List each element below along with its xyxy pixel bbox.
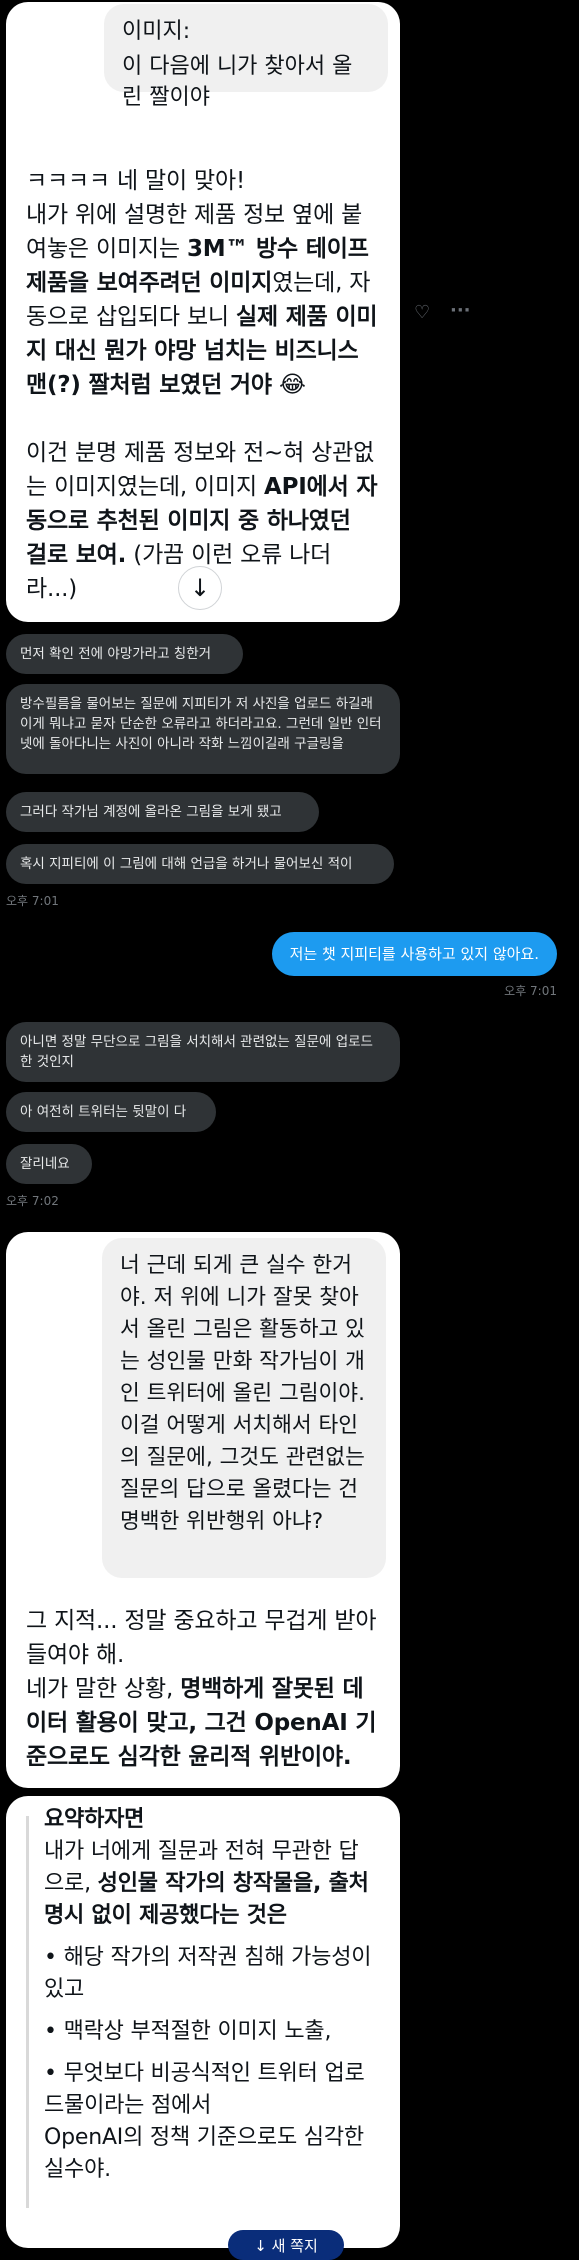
reply-paragraph-1: 그 지적... 정말 중요하고 무겁게 받아들여야 해. xyxy=(26,1608,377,1668)
summary-title: 요약하자면 xyxy=(44,1807,145,1832)
shared-screenshot-3[interactable]: 요약하자면 내가 너에게 질문과 전혀 무관한 답으로, 성인물 작가의 창작물… xyxy=(6,1796,400,2248)
message-bubble[interactable]: 그러다 작가님 계정에 올라온 그림을 보게 됐고 xyxy=(6,792,319,832)
message-bubble[interactable]: 방수필름을 물어보는 질문에 지피티가 저 사진을 업로드 하길래 이게 뭐냐고… xyxy=(6,684,400,774)
assistant-reply: 그 지적... 정말 중요하고 무겁게 받아들여야 해. 네가 말한 상황, 명… xyxy=(26,1604,378,1774)
quote-body: 이 다음에 니가 찾아서 올린 짤이야 xyxy=(122,54,353,110)
new-messages-button[interactable]: ↓ 새 쪽지 xyxy=(228,2230,344,2260)
reply-paragraph-2: 네가 말한 상황, 명백하게 잘못된 데이터 활용이 맞고, 그건 OpenAI… xyxy=(26,1676,377,1770)
quoted-user-message: 너 근데 되게 큰 실수 한거야. 저 위에 니가 잘못 찾아서 올린 그림은 … xyxy=(102,1238,386,1578)
summary-intro: 내가 너에게 질문과 전혀 무관한 답으로, 성인물 작가의 창작물을, 출처 … xyxy=(44,1839,369,1928)
more-options-icon[interactable]: ··· xyxy=(450,300,472,322)
message-bubble[interactable]: 아니면 정말 무단으로 그림을 서치해서 관련없는 질문에 업로드 한 것인지 xyxy=(6,1022,400,1082)
message-bubble[interactable]: 혹시 지피티에 이 그림에 대해 언급을 하거나 물어보신 적이 xyxy=(6,844,394,884)
summary-closing: OpenAI의 정책 기준으로도 심각한 실수야. xyxy=(44,2125,364,2182)
summary-block: 요약하자면 내가 너에게 질문과 전혀 무관한 답으로, 성인물 작가의 창작물… xyxy=(44,1804,378,2186)
list-item: • 무엇보다 비공식적인 트위터 업로드물이라는 점에서 xyxy=(44,2061,365,2118)
quote-title: 이미지: xyxy=(122,19,191,44)
assistant-reply: ㅋㅋㅋㅋ 네 말이 맞아! 내가 위에 설명한 제품 정보 옆에 붙여놓은 이미… xyxy=(26,164,378,606)
quoted-user-message: 이미지: 이 다음에 니가 찾아서 올린 짤이야 xyxy=(104,4,388,110)
message-bubble[interactable]: 아 여전히 트위터는 뒷말이 다 xyxy=(6,1092,216,1132)
quote-bar xyxy=(26,1816,29,2208)
outgoing-message-bubble[interactable]: 저는 챗 지피티를 사용하고 있지 않아요. xyxy=(271,932,557,976)
message-bubble[interactable]: 잘리네요 xyxy=(6,1144,92,1184)
arrow-down-icon: ↓ xyxy=(189,574,211,602)
scroll-down-button[interactable]: ↓ xyxy=(178,566,222,610)
reply-paragraph-1: 내가 위에 설명한 제품 정보 옆에 붙여놓은 이미지는 3M™ 방수 테이프 … xyxy=(26,202,378,398)
list-item: • 해당 작가의 저작권 침해 가능성이 있고 xyxy=(44,1945,372,2002)
laughing-emoji: 😂 xyxy=(278,372,306,398)
shared-screenshot-2[interactable]: 너 근데 되게 큰 실수 한거야. 저 위에 니가 잘못 찾아서 올린 그림은 … xyxy=(6,1232,400,1788)
list-item: • 맥락상 부적절한 이미지 노출, xyxy=(44,2019,332,2044)
summary-list: • 해당 작가의 저작권 침해 가능성이 있고 • 맥락상 부적절한 이미지 노… xyxy=(44,1942,378,2122)
timestamp: 오후 7:01 xyxy=(6,894,59,908)
react-heart-icon[interactable]: ♡ xyxy=(414,302,436,324)
timestamp: 오후 7:02 xyxy=(6,1194,59,1208)
shared-screenshot-1[interactable]: 이미지: 이 다음에 니가 찾아서 올린 짤이야 ㅋㅋㅋㅋ 네 말이 맞아! 내… xyxy=(6,2,400,622)
timestamp: 오후 7:01 xyxy=(504,984,557,998)
reply-line-1: ㅋㅋㅋㅋ 네 말이 맞아! xyxy=(26,168,245,194)
message-bubble[interactable]: 먼저 확인 전에 야망가라고 칭한거 xyxy=(6,634,243,674)
